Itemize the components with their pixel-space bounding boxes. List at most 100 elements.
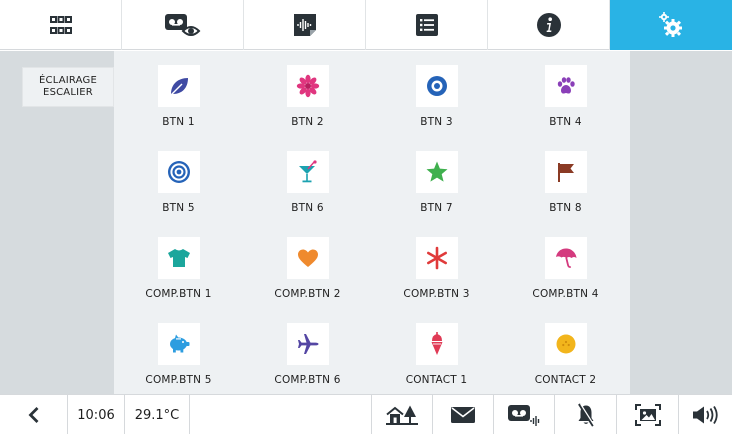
- icon-tile: [286, 151, 329, 193]
- star-icon: [426, 161, 447, 182]
- tab-apps-grid[interactable]: [0, 0, 122, 50]
- button-label: BTN 1: [162, 116, 195, 128]
- grid-button-btn-6[interactable]: BTN 6: [243, 137, 372, 223]
- button-label: BTN 2: [291, 116, 324, 128]
- icon-tile: [415, 323, 458, 365]
- button-label: COMP.BTN 5: [145, 374, 212, 386]
- info-icon: [536, 13, 561, 37]
- tab-settings[interactable]: [610, 0, 732, 50]
- scene-item-eclairage-escalier[interactable]: ÉCLAIRAGE ESCALIER: [22, 67, 114, 107]
- flower-icon: [296, 74, 319, 98]
- messages-button[interactable]: [433, 395, 494, 434]
- speaker-icon: [692, 406, 718, 424]
- grid-button-btn-2[interactable]: BTN 2: [243, 51, 372, 137]
- voicemail-icon: [508, 405, 540, 426]
- button-label: COMP.BTN 1: [145, 288, 212, 300]
- grid-button-comp-btn-1[interactable]: COMP.BTN 1: [114, 223, 243, 309]
- icon-tile: [286, 237, 329, 279]
- icon-tile: [544, 323, 587, 365]
- button-label: BTN 5: [162, 202, 195, 214]
- home-scene-button[interactable]: [372, 395, 433, 434]
- icon-tile: [157, 151, 200, 193]
- icon-tile: [544, 65, 587, 107]
- image-frame-icon: [634, 404, 661, 426]
- grid-button-btn-8[interactable]: BTN 8: [501, 137, 630, 223]
- icon-tile: [415, 65, 458, 107]
- grid-button-contact-2[interactable]: CONTACT 2: [501, 309, 630, 395]
- list-icon: [415, 14, 438, 36]
- grid-button-comp-btn-3[interactable]: COMP.BTN 3: [372, 223, 501, 309]
- grid-button-btn-5[interactable]: BTN 5: [114, 137, 243, 223]
- grid-button-comp-btn-2[interactable]: COMP.BTN 2: [243, 223, 372, 309]
- icon-tile: [544, 151, 587, 193]
- scene-item-label-line1: ÉCLAIRAGE: [39, 75, 97, 86]
- icon-tile: [157, 65, 200, 107]
- tab-list[interactable]: [366, 0, 488, 50]
- top-navigation-bar: [0, 0, 732, 50]
- icon-tile: [544, 237, 587, 279]
- ball-icon: [556, 334, 575, 354]
- temperature-display: 29.1°C: [125, 395, 190, 434]
- leaf-icon: [170, 78, 188, 96]
- grid-button-btn-7[interactable]: BTN 7: [372, 137, 501, 223]
- button-label: CONTACT 1: [405, 374, 468, 386]
- chevron-left-icon: [28, 407, 38, 423]
- button-label: BTN 3: [420, 116, 453, 128]
- button-label: COMP.BTN 6: [274, 374, 341, 386]
- time-text: 10:06: [77, 407, 115, 423]
- icon-tile: [286, 65, 329, 107]
- bell-off-icon: [577, 403, 595, 427]
- tab-info[interactable]: [488, 0, 610, 50]
- back-button[interactable]: [0, 395, 68, 434]
- airplane-icon: [297, 334, 318, 354]
- do-not-disturb-button[interactable]: [555, 395, 617, 434]
- icon-tile: [415, 237, 458, 279]
- button-label: BTN 4: [549, 116, 582, 128]
- heart-icon: [297, 249, 318, 267]
- grid-button-btn-1[interactable]: BTN 1: [114, 51, 243, 137]
- icon-tile: [157, 237, 200, 279]
- gears-icon: [659, 12, 682, 37]
- grid-button-btn-4[interactable]: BTN 4: [501, 51, 630, 137]
- grid-button-comp-btn-4[interactable]: COMP.BTN 4: [501, 223, 630, 309]
- piggy-bank-icon: [169, 334, 189, 353]
- button-label: CONTACT 2: [534, 374, 597, 386]
- grid-icon: [49, 16, 72, 34]
- bottom-status-bar: 10:06 29.1°C: [0, 394, 732, 434]
- target-ring-icon: [426, 76, 447, 96]
- grid-button-comp-btn-5[interactable]: COMP.BTN 5: [114, 309, 243, 395]
- button-label: COMP.BTN 3: [403, 288, 470, 300]
- grid-button-comp-btn-6[interactable]: COMP.BTN 6: [243, 309, 372, 395]
- button-grid: BTN 1 BTN 2 BTN 3 BTN 4 BTN 5 BTN 6 BTN …: [114, 51, 630, 394]
- status-spacer: [190, 395, 372, 434]
- asterisk-icon: [426, 246, 447, 270]
- temperature-text: 29.1°C: [134, 407, 180, 423]
- cocktail-icon: [298, 160, 317, 183]
- flag-icon: [557, 163, 574, 182]
- video-eye-icon: [164, 14, 200, 36]
- tab-video-messages[interactable]: [122, 0, 244, 50]
- scene-item-label-line2: ESCALIER: [43, 87, 93, 98]
- button-label: COMP.BTN 4: [532, 288, 599, 300]
- audio-note-icon: [293, 14, 316, 36]
- volume-button[interactable]: [679, 395, 732, 434]
- icon-tile: [286, 323, 329, 365]
- icon-tile: [157, 323, 200, 365]
- grid-button-btn-3[interactable]: BTN 3: [372, 51, 501, 137]
- right-side-panel: [630, 51, 732, 394]
- ice-cream-icon: [431, 332, 442, 355]
- envelope-icon: [451, 407, 475, 423]
- umbrella-icon: [555, 248, 576, 268]
- button-label: COMP.BTN 2: [274, 288, 341, 300]
- voicemail-button[interactable]: [494, 395, 555, 434]
- button-label: BTN 7: [420, 202, 453, 214]
- icon-tile: [415, 151, 458, 193]
- tab-audio-messages[interactable]: [244, 0, 366, 50]
- screen-button[interactable]: [617, 395, 679, 434]
- house-tree-icon: [386, 405, 418, 425]
- button-label: BTN 6: [291, 202, 324, 214]
- tshirt-icon: [167, 249, 190, 267]
- button-label: BTN 8: [549, 202, 582, 214]
- grid-button-contact-1[interactable]: CONTACT 1: [372, 309, 501, 395]
- paw-icon: [557, 77, 575, 94]
